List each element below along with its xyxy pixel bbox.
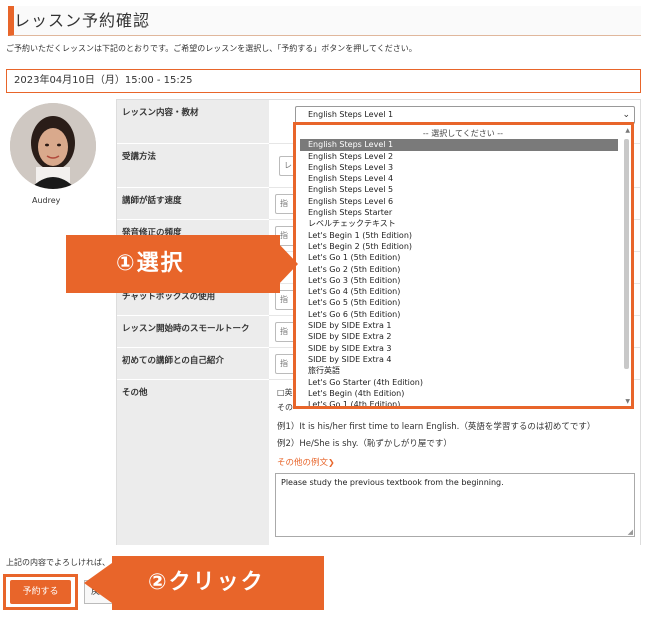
row-label-material: レッスン内容・教材 [117, 100, 269, 144]
other-notes-textarea[interactable]: Please study the previous textbook from … [275, 473, 635, 537]
dropdown-option[interactable]: SIDE by SIDE Extra 2 [300, 331, 618, 342]
english-checkbox-partial[interactable]: □英 [277, 387, 293, 398]
resize-handle-icon[interactable]: ◢ [628, 528, 633, 536]
dropdown-option[interactable]: English Steps Starter [300, 207, 618, 218]
dropdown-option[interactable]: Let's Begin 2 (5th Edition) [300, 241, 618, 252]
dropdown-option[interactable]: Let's Go 6 (5th Edition) [300, 309, 618, 320]
teacher-photo [10, 103, 96, 189]
callout-select-text: ①選択 [116, 251, 185, 276]
example-2: 例2）He/She is shy.（恥ずかしがり屋です） [277, 439, 452, 449]
teacher-avatar [10, 103, 96, 189]
dropdown-option[interactable]: -- 選択してください -- [300, 128, 618, 139]
chevron-down-icon: ❯ [328, 458, 335, 467]
row-label-method: 受講方法 [117, 144, 269, 188]
dropdown-option[interactable]: Let's Go Starter (4th Edition) [300, 377, 618, 388]
reserve-button[interactable]: 予約する [10, 580, 71, 604]
material-select-value: English Steps Level 1 [308, 110, 394, 119]
lesson-datetime: 2023年04月10日（月）15:00 - 15:25 [6, 69, 641, 93]
dropdown-option[interactable]: English Steps Level 1 [300, 139, 618, 151]
dropdown-option[interactable]: Let's Begin 1 (5th Edition) [300, 230, 618, 241]
dropdown-option[interactable]: Let's Go 1 (5th Edition) [300, 252, 618, 263]
callout-click-arrow [84, 563, 112, 603]
more-examples-label: その他の例文 [277, 458, 329, 468]
teacher-name: Audrey [32, 196, 61, 205]
dropdown-scrollbar[interactable] [624, 139, 629, 369]
row-label-intro: 初めての講師との自己紹介 [117, 348, 269, 380]
page-title: レッスン予約確認 [14, 11, 151, 30]
dropdown-option[interactable]: 旅行英語 [300, 365, 618, 376]
dropdown-option[interactable]: Let's Go 2 (5th Edition) [300, 264, 618, 275]
intro-text: ご予約いただくレッスンは下記のとおりです。ご希望のレッスンを選択し、「予約する」… [6, 44, 417, 53]
dropdown-option[interactable]: SIDE by SIDE Extra 1 [300, 320, 618, 331]
row-label-speed: 講師が話す速度 [117, 188, 269, 220]
dropdown-option[interactable]: English Steps Level 5 [300, 184, 618, 195]
dropdown-option[interactable]: レベルチェックテキスト [300, 218, 618, 229]
dropdown-option[interactable]: SIDE by SIDE Extra 4 [300, 354, 618, 365]
dropdown-option[interactable]: Let's Go 1 (4th Edition) [300, 399, 618, 406]
row-label-other: その他 [117, 380, 269, 546]
dropdown-option[interactable]: English Steps Level 3 [300, 162, 618, 173]
other-notes-value: Please study the previous textbook from … [281, 478, 504, 487]
callout-select-arrow [278, 243, 298, 285]
chevron-down-icon: ⌄ [622, 110, 630, 120]
example-1: 例1）It is his/her first time to learn Eng… [277, 422, 596, 432]
dropdown-option[interactable]: Let's Go 4 (5th Edition) [300, 286, 618, 297]
dropdown-option[interactable]: SIDE by SIDE Extra 3 [300, 343, 618, 354]
callout-click-text: ②クリック [148, 570, 265, 595]
row-label-smalltalk: レッスン開始時のスモールトーク [117, 316, 269, 348]
more-examples-link[interactable]: その他の例文❯ [277, 456, 335, 468]
scroll-up-icon[interactable]: ▲ [625, 127, 630, 134]
dropdown-option[interactable]: English Steps Level 2 [300, 151, 618, 162]
dropdown-option[interactable]: Let's Begin (4th Edition) [300, 388, 618, 399]
material-dropdown-list[interactable]: -- 選択してください -- English Steps Level 1 Engli… [293, 122, 634, 409]
dropdown-option[interactable]: Let's Go 3 (5th Edition) [300, 275, 618, 286]
dropdown-option[interactable]: English Steps Level 4 [300, 173, 618, 184]
dropdown-option[interactable]: Let's Go 5 (5th Edition) [300, 297, 618, 308]
scroll-down-icon[interactable]: ▼ [625, 398, 630, 405]
dropdown-options: -- 選択してください -- English Steps Level 1 Engli… [300, 128, 618, 406]
dropdown-option[interactable]: English Steps Level 6 [300, 196, 618, 207]
example-heading-partial: その [277, 403, 293, 412]
